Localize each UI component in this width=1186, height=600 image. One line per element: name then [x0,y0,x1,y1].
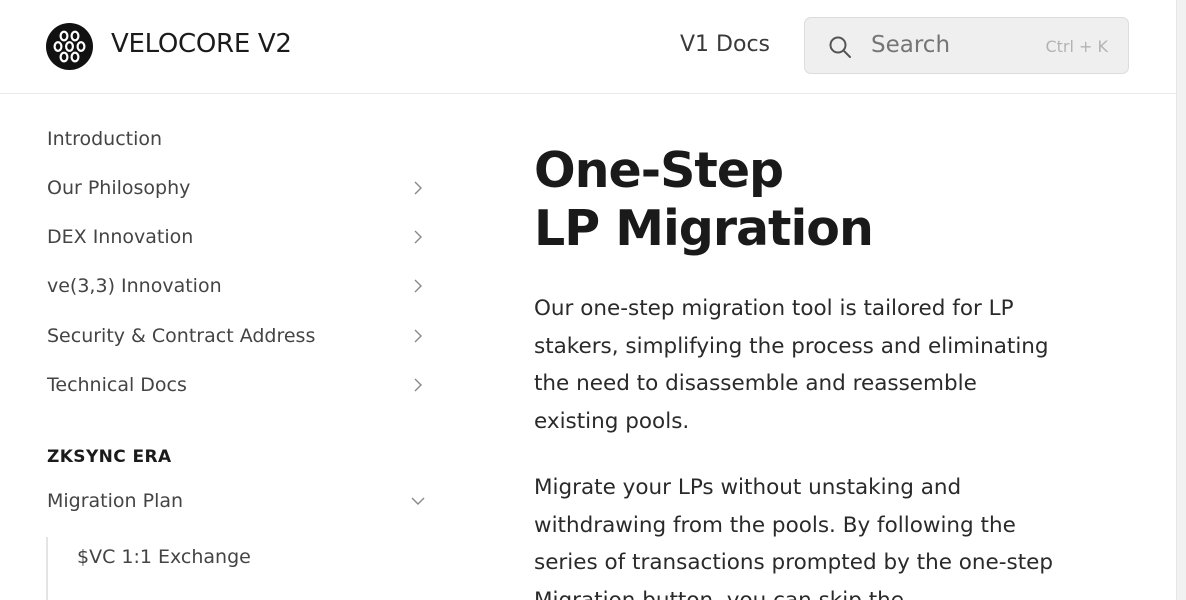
sidebar-item-label: DEX Innovation [47,226,194,248]
sidebar-item-label: Introduction [47,128,163,150]
sidebar-subitem-vc-exchange[interactable]: $VC 1:1 Exchange [77,546,377,576]
sidebar-item-migration-plan[interactable]: Migration Plan [47,485,432,519]
paragraph: Our one-step migration tool is tailored … [534,296,1049,434]
search-shortcut: Ctrl + K [1045,37,1108,56]
top-header: VELOCORE V2 V1 Docs Search Ctrl + K [0,0,1176,94]
page-title: One-Step LP Migration [534,142,1094,258]
sidebar-section-title: ZKSYNC ERA [47,447,172,467]
sidebar-item-label: Migration Plan [47,490,184,512]
chevron-right-icon[interactable] [410,328,426,344]
paragraph: Migrate your LPs without unstaking and w… [534,475,1054,600]
chevron-right-icon[interactable] [410,278,426,294]
chevron-right-icon[interactable] [410,180,426,196]
sidebar-item-dex-innovation[interactable]: DEX Innovation [47,221,432,255]
sidebar-item-our-philosophy[interactable]: Our Philosophy [47,172,432,206]
search-placeholder: Search [871,32,951,58]
sidebar-item-technical-docs[interactable]: Technical Docs [47,369,432,403]
search-icon [829,36,851,58]
sidebar-item-label: Our Philosophy [47,177,191,199]
submenu-guide-line [46,537,48,600]
sidebar-item-label: Technical Docs [47,374,187,396]
page-title-line-1: One-Step [534,142,784,199]
chevron-down-icon[interactable] [410,493,426,509]
v1-docs-link[interactable]: V1 Docs [680,32,770,57]
search-box[interactable]: Search Ctrl + K [804,17,1129,74]
sidebar-item-label: ve(3,3) Innovation [47,275,222,297]
page-title-line-2: LP Migration [534,200,874,257]
brand-name[interactable]: VELOCORE V2 [111,29,292,59]
chevron-right-icon[interactable] [410,377,426,393]
page-scrollbar[interactable] [1176,0,1186,600]
sidebar-item-introduction[interactable]: Introduction [47,123,432,157]
sidebar-subitem-label: $VC 1:1 Exchange [77,546,251,568]
sidebar-item-label: Security & Contract Address [47,325,316,347]
docs-page: VELOCORE V2 V1 Docs Search Ctrl + K Intr… [0,0,1186,600]
chevron-right-icon[interactable] [410,229,426,245]
velocore-logo-icon[interactable] [46,23,93,70]
sidebar-item-ve33-innovation[interactable]: ve(3,3) Innovation [47,270,432,304]
sidebar-item-security[interactable]: Security & Contract Address [47,320,432,354]
